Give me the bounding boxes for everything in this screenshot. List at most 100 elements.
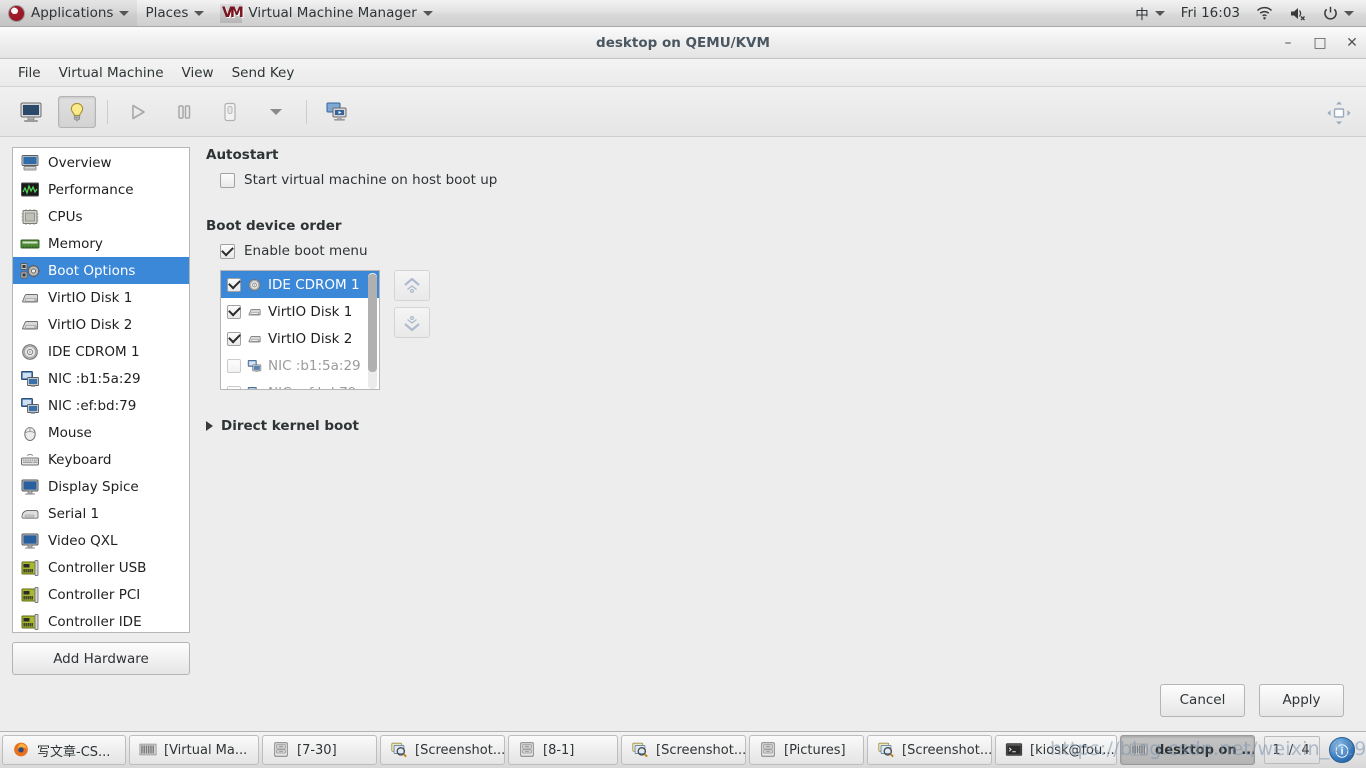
hardware-list[interactable]: Overview Performance CPUs Memory Boot Op… [12,147,190,633]
taskbar-item[interactable]: [7-30] [262,735,377,765]
lightbulb-icon [70,102,84,121]
menu-view[interactable]: View [173,61,223,85]
gnome-top-panel: Applications Places VM Virtual Machine M… [0,0,1366,27]
sidebar-item-boot-options[interactable]: Boot Options [13,257,189,284]
sidebar-item-display-spice[interactable]: Display Spice [13,473,189,500]
taskbar-item[interactable]: [kiosk@fou... [995,735,1117,765]
cdrom-icon [247,278,262,292]
chevron-down-icon [422,10,433,16]
boot-device-checkbox[interactable] [227,385,241,389]
maximize-button[interactable]: □ [1312,36,1328,50]
autostart-row[interactable]: Start virtual machine on host boot up [206,172,1354,188]
menu-virtual-machine[interactable]: Virtual Machine [50,61,173,85]
harddisk-icon [248,308,261,315]
input-method-indicator[interactable]: 中 [1127,0,1173,26]
sidebar-item-cpus[interactable]: CPUs [13,203,189,230]
shutdown-options-button[interactable] [257,96,295,128]
add-hardware-button[interactable]: Add Hardware [12,642,190,675]
sidebar-item-ide-cdrom-1[interactable]: IDE CDROM 1 [13,338,189,365]
clock[interactable]: Fri 16:03 [1173,0,1248,26]
enable-boot-menu-row[interactable]: Enable boot menu [206,243,1354,259]
move-down-button[interactable] [394,307,430,338]
sidebar-item-nic-b1-5a-29[interactable]: NIC :b1:5a:29 [13,365,189,392]
taskbar-item[interactable]: [Screenshot... [380,735,505,765]
sidebar-item-video-qxl[interactable]: Video QXL [13,527,189,554]
sidebar-item-controller-ide[interactable]: Controller IDE [13,608,189,632]
volume-indicator[interactable] [1281,0,1315,26]
boot-device-row[interactable]: VirtIO Disk 2 [221,325,379,352]
taskbar-item[interactable]: desktop on ... [1120,735,1255,765]
memory-stick-icon [20,235,40,253]
sidebar-item-serial-1[interactable]: Serial 1 [13,500,189,527]
fullscreen-move-control[interactable] [1326,100,1352,130]
boot-device-checkbox[interactable] [227,331,241,346]
power-switch-icon [224,102,236,121]
boot-device-row[interactable]: NIC :ef:bd:79 [221,379,379,389]
apply-button[interactable]: Apply [1259,683,1344,717]
applications-menu[interactable]: Applications [0,0,138,26]
chevron-down-icon [119,10,130,16]
scrollbar-thumb[interactable] [368,274,377,372]
boot-device-row[interactable]: NIC :b1:5a:29 [221,352,379,379]
boot-device-checkbox[interactable] [227,304,241,319]
sidebar-item-keyboard[interactable]: Keyboard [13,446,189,473]
direct-kernel-boot-expander[interactable]: Direct kernel boot [206,418,1354,434]
boot-device-list[interactable]: IDE CDROM 1 VirtIO Disk 1 VirtIO Disk 2 … [220,270,380,390]
enable-boot-menu-checkbox[interactable] [220,243,235,259]
cancel-button[interactable]: Cancel [1160,683,1245,717]
pause-button[interactable] [165,96,203,128]
sidebar-item-nic-ef-bd-79[interactable]: NIC :ef:bd:79 [13,392,189,419]
snapshots-button[interactable] [318,96,356,128]
harddisk-icon [248,335,261,342]
shutdown-button[interactable] [211,96,249,128]
boot-device-row[interactable]: IDE CDROM 1 [221,271,379,298]
taskbar-item[interactable]: [8-1] [508,735,618,765]
sidebar-item-controller-pci[interactable]: Controller PCI [13,581,189,608]
boot-device-checkbox[interactable] [227,277,241,292]
menubar: File Virtual Machine View Send Key [0,59,1366,87]
autostart-checkbox[interactable] [220,172,235,188]
power-icon [1324,6,1337,20]
move-up-button[interactable] [394,270,430,301]
network-icon [21,370,39,387]
places-menu[interactable]: Places [137,0,212,26]
taskbar-item[interactable]: [Virtual Ma... [129,735,259,765]
input-method-label: 中 [1135,7,1149,23]
volume-muted-icon [1291,7,1305,20]
sidebar-item-label: NIC :b1:5a:29 [48,370,141,387]
keyboard-icon [20,451,40,469]
boot-device-checkbox[interactable] [227,358,241,373]
cdrom-icon [248,278,261,291]
network-icon [247,359,262,373]
boot-order-buttons [394,270,430,390]
show-details-button[interactable] [58,95,96,128]
sidebar-item-virtio-disk-2[interactable]: VirtIO Disk 2 [13,311,189,338]
menu-file[interactable]: File [9,61,50,85]
close-button[interactable]: ✕ [1344,36,1360,50]
workspace-indicator-label: 1 / 4 [1272,742,1312,758]
taskbar-item[interactable]: [Screenshot... [867,735,992,765]
sidebar-item-controller-usb[interactable]: Controller USB [13,554,189,581]
taskbar-item-label: [8-1] [543,742,575,758]
sidebar-item-overview[interactable]: Overview [13,149,189,176]
taskbar-item[interactable]: [Screenshot... [621,735,746,765]
sidebar-item-performance[interactable]: Performance [13,176,189,203]
sidebar-item-label: VirtIO Disk 2 [48,316,133,333]
run-button[interactable] [119,96,157,128]
sidebar-item-virtio-disk-1[interactable]: VirtIO Disk 1 [13,284,189,311]
vmm-app-menu[interactable]: VM Virtual Machine Manager [212,0,440,26]
menu-send-key[interactable]: Send Key [223,61,304,85]
toolbar-separator [306,99,307,124]
minimize-button[interactable]: – [1280,36,1296,50]
workspace-switcher[interactable]: 1 / 4 [1264,736,1320,764]
sidebar-item-mouse[interactable]: Mouse [13,419,189,446]
sidebar-item-memory[interactable]: Memory [13,230,189,257]
taskbar-item[interactable]: [Pictures] [749,735,864,765]
power-menu[interactable] [1315,0,1362,26]
taskbar-item[interactable]: 写文章-CS... [2,735,126,765]
show-console-button[interactable] [12,96,50,128]
boot-device-row[interactable]: VirtIO Disk 1 [221,298,379,325]
wifi-indicator[interactable] [1248,0,1281,26]
boot-list-scrollbar[interactable] [368,273,377,389]
blue-circle-icon[interactable]: ⓘ [1329,737,1355,763]
